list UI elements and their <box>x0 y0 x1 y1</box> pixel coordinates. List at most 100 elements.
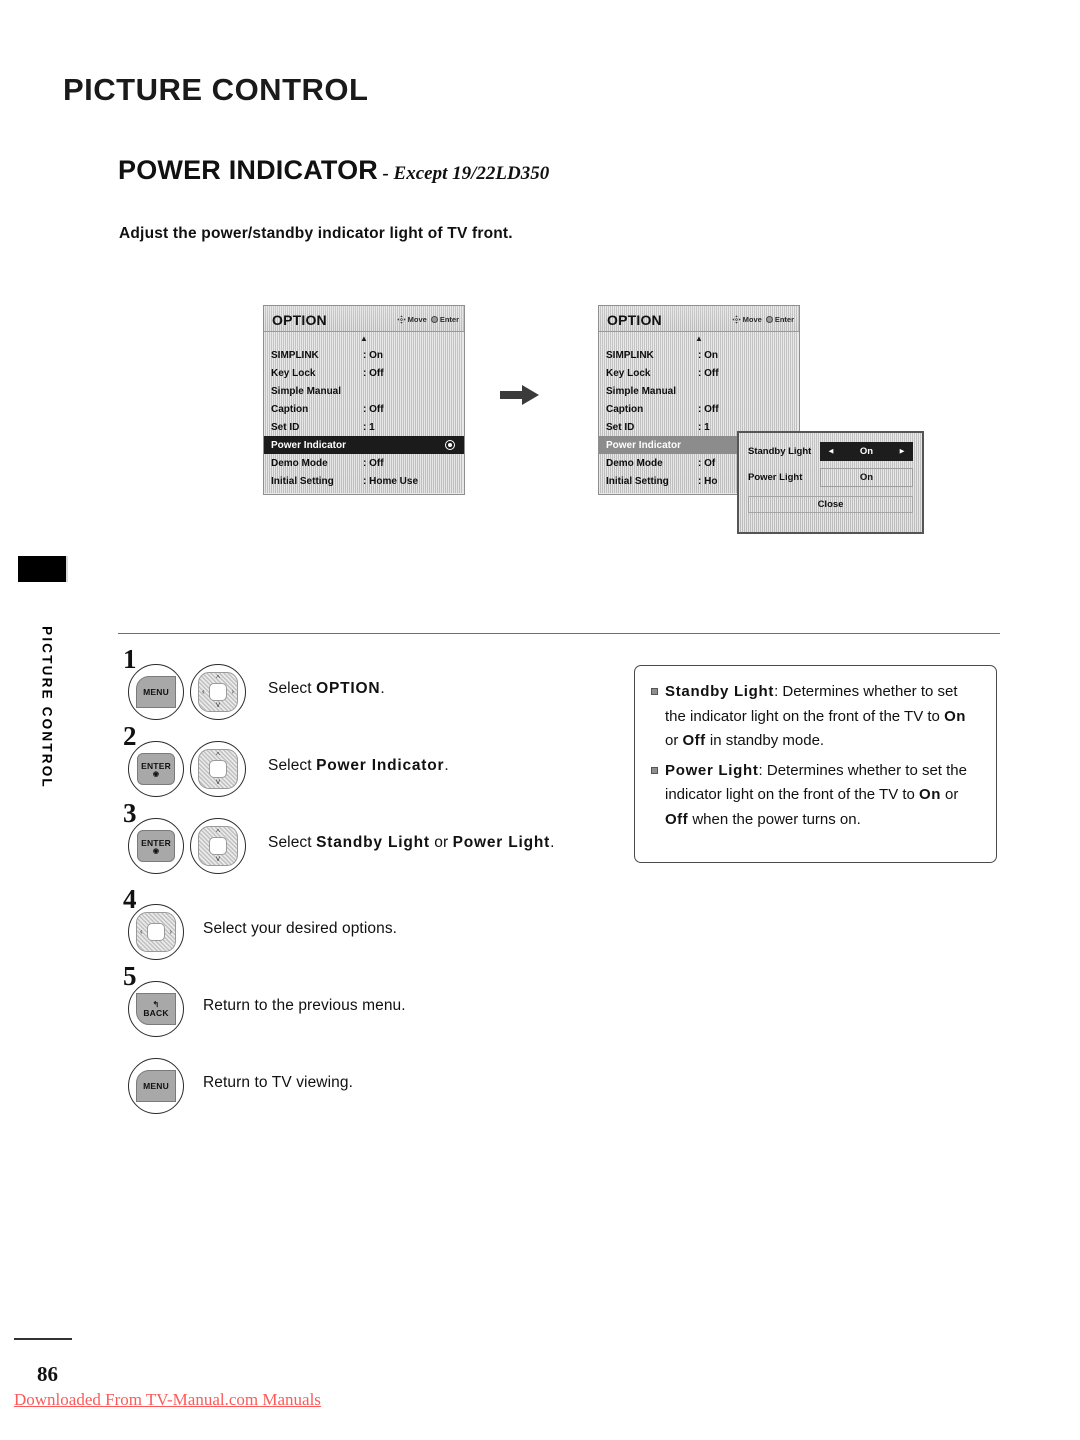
osd-row-label: Simple Manual <box>271 385 342 397</box>
navpad-leftright[interactable]: ‹ › <box>128 904 184 960</box>
navpad-face: ^ v <box>198 749 238 789</box>
chevron-left-icon[interactable]: ‹ <box>202 688 205 696</box>
power-light-value: On <box>859 471 874 483</box>
osd-row-label: Set ID <box>606 421 635 433</box>
osd-row-key-lock[interactable]: Key Lock : Off <box>599 364 799 382</box>
navpad-center-button[interactable] <box>209 683 227 701</box>
standby-light-value: On <box>859 445 874 457</box>
osd-row-label: SIMPLINK <box>271 349 319 361</box>
step-number: 1 <box>123 644 137 674</box>
enter-button-label: ENTER <box>141 760 171 771</box>
osd-row-simplink[interactable]: SIMPLINK : On <box>264 346 464 364</box>
osd-row-label: Demo Mode <box>271 457 328 469</box>
osd-row-value: : Home Use <box>363 475 419 487</box>
osd-hints: Move Enter <box>732 315 794 324</box>
close-button[interactable]: Close <box>748 496 913 513</box>
enter-button[interactable]: ENTER ◉ <box>128 741 184 797</box>
osd-row-label: Demo Mode <box>606 457 663 469</box>
chevron-left-icon[interactable]: ◄ <box>827 447 835 456</box>
square-bullet-icon <box>651 766 658 774</box>
chevron-right-icon[interactable]: ► <box>898 447 906 456</box>
navpad-updown[interactable]: ^ v <box>190 818 246 874</box>
enter-dot-icon <box>430 316 438 323</box>
dialog-row-standby-light[interactable]: Standby Light ◄ On ► <box>748 441 913 461</box>
step-4: 4 ‹ › Select your desired options. <box>118 886 638 969</box>
osd-row-label: Initial Setting <box>271 475 334 487</box>
osd-row-label: Initial Setting <box>606 475 669 487</box>
note-text: Power Light: Determines whether to set t… <box>665 759 980 833</box>
navpad-4way[interactable]: ^ v ‹ › <box>190 664 246 720</box>
osd-row-label: Caption <box>606 403 644 415</box>
menu-button[interactable]: MENU <box>128 664 184 720</box>
power-light-stepper[interactable]: On <box>820 467 913 487</box>
back-key-face: ↰ BACK <box>136 993 176 1025</box>
dialog-row-power-light[interactable]: Power Light On <box>748 467 913 487</box>
step-3: 3 ENTER ◉ ^ v Select Standby Light or Po… <box>118 800 638 892</box>
chevron-left-icon[interactable]: ‹ <box>140 928 143 936</box>
navpad-center-button[interactable] <box>209 837 227 855</box>
osd-row-simplink[interactable]: SIMPLINK : On <box>599 346 799 364</box>
step-number: 3 <box>123 798 137 828</box>
osd-row-value: : 1 <box>698 421 710 433</box>
note-term: Standby Light <box>665 683 775 700</box>
section-subtitle: - Except 19/22LD350 <box>382 163 550 184</box>
power-light-label: Power Light <box>748 471 803 483</box>
navpad-center-button[interactable] <box>147 923 165 941</box>
step-text-suffix: . <box>550 834 555 851</box>
enter-key-face: ENTER ◉ <box>137 830 175 862</box>
osd-hint-enter: Enter <box>765 315 794 324</box>
osd-row-caption[interactable]: Caption : Off <box>264 400 464 418</box>
osd-hint-move: Move <box>397 315 427 324</box>
osd-row-power-indicator[interactable]: Power Indicator <box>264 436 464 454</box>
osd-row-value: : Off <box>698 403 719 415</box>
osd-row-caption[interactable]: Caption : Off <box>599 400 799 418</box>
chevron-up-icon[interactable]: ^ <box>216 829 220 837</box>
standby-light-stepper[interactable]: ◄ On ► <box>820 441 913 461</box>
note-item-standby-light: Standby Light: Determines whether to set… <box>649 680 980 754</box>
page-title: PICTURE CONTROL <box>63 72 369 107</box>
osd-panel-option-initial: OPTION Move Enter ▲ SIMPLINK : On Key Lo… <box>263 305 465 495</box>
chevron-right-icon[interactable]: › <box>169 928 172 936</box>
osd-row-label: Power Indicator <box>606 439 682 451</box>
osd-hint-enter-label: Enter <box>439 315 459 324</box>
side-tab-marker <box>18 556 68 582</box>
side-tab-label: PICTURE CONTROL <box>39 626 55 789</box>
osd-row-label: Key Lock <box>271 367 316 379</box>
chevron-right-icon[interactable]: › <box>231 688 234 696</box>
dpad-move-icon <box>732 315 741 324</box>
menu-button[interactable]: MENU <box>128 1058 184 1114</box>
osd-row-value: : Ho <box>698 475 718 487</box>
note-term: Power Light <box>665 761 759 779</box>
chevron-up-icon[interactable]: ^ <box>216 675 220 683</box>
osd-row-initial-setting[interactable]: Initial Setting : Home Use <box>264 472 464 490</box>
footer-rule <box>14 1338 72 1340</box>
note-value-on: On <box>944 707 966 725</box>
osd-row-key-lock[interactable]: Key Lock : Off <box>264 364 464 382</box>
osd-row-value: : Of <box>698 457 716 469</box>
osd-row-simple-manual[interactable]: Simple Manual <box>599 382 799 400</box>
back-button-label: BACK <box>143 1007 169 1018</box>
back-button[interactable]: ↰ BACK <box>128 981 184 1037</box>
osd-row-label: Key Lock <box>606 367 651 379</box>
chevron-down-icon[interactable]: v <box>216 855 220 863</box>
enter-button-label: ENTER <box>141 837 171 848</box>
osd-row-set-id[interactable]: Set ID : 1 <box>264 418 464 436</box>
osd-row-simple-manual[interactable]: Simple Manual <box>264 382 464 400</box>
osd-row-demo-mode[interactable]: Demo Mode : Off <box>264 454 464 472</box>
note-conjunction: or <box>940 786 959 803</box>
navpad-center-button[interactable] <box>209 760 227 778</box>
step-6-text: Return to TV viewing. <box>203 1074 353 1091</box>
return-arrow-icon: ↰ <box>152 999 160 1009</box>
enter-button[interactable]: ENTER ◉ <box>128 818 184 874</box>
navpad-face: ^ v ‹ › <box>198 672 238 712</box>
chevron-down-icon[interactable]: v <box>216 778 220 786</box>
dpad-move-icon <box>397 315 406 324</box>
osd-hints: Move Enter <box>397 315 459 324</box>
note-conjunction: or <box>665 732 683 749</box>
chevron-up-icon[interactable]: ^ <box>216 752 220 760</box>
navpad-updown[interactable]: ^ v <box>190 741 246 797</box>
enter-dot-icon <box>765 316 773 323</box>
download-source-link[interactable]: Downloaded From TV-Manual.com Manuals <box>14 1390 321 1410</box>
content-divider <box>118 633 1000 634</box>
chevron-down-icon[interactable]: v <box>216 701 220 709</box>
